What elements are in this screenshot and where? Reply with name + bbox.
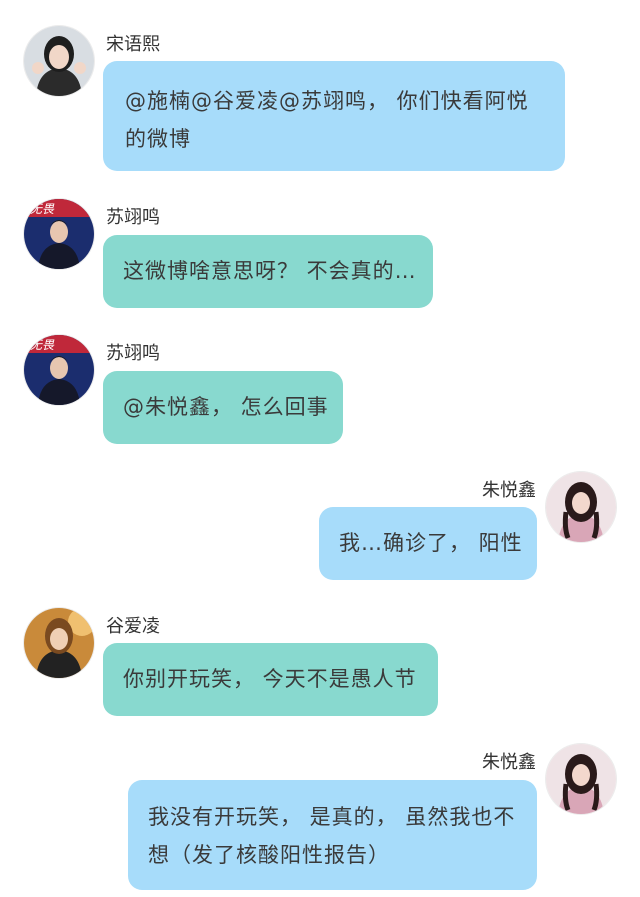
avatar[interactable] bbox=[24, 26, 94, 96]
message-bubble: 我没有开玩笑， 是真的， 虽然我也不想（发了核酸阳性报告） bbox=[128, 780, 537, 890]
sender-name: 苏翊鸣 bbox=[106, 343, 160, 364]
sender-name: 朱悦鑫 bbox=[482, 752, 536, 773]
message-bubble: 你别开玩笑， 今天不是愚人节 bbox=[103, 643, 438, 716]
girl-avatar-icon bbox=[546, 472, 616, 542]
avatar[interactable] bbox=[546, 472, 616, 542]
sender-name: 苏翊鸣 bbox=[106, 207, 160, 228]
avatar[interactable]: 无畏 bbox=[24, 199, 94, 269]
sender-name: 宋语熙 bbox=[106, 34, 160, 55]
girl-avatar-icon bbox=[546, 744, 616, 814]
sender-name: 谷爱凌 bbox=[106, 616, 160, 637]
man-avatar-icon: 无畏 bbox=[24, 335, 94, 405]
svg-text:无畏: 无畏 bbox=[30, 338, 55, 352]
sender-name: 朱悦鑫 bbox=[482, 480, 536, 501]
message-bubble: @施楠@谷爱凌@苏翊鸣， 你们快看阿悦的微博 bbox=[103, 61, 565, 171]
message-bubble: 我…确诊了， 阳性 bbox=[319, 507, 537, 580]
avatar[interactable] bbox=[24, 608, 94, 678]
woman-avatar-icon bbox=[24, 26, 94, 96]
woman-avatar-icon bbox=[24, 608, 94, 678]
avatar[interactable]: 无畏 bbox=[24, 335, 94, 405]
man-avatar-icon: 无畏 bbox=[24, 199, 94, 269]
svg-text:无畏: 无畏 bbox=[30, 202, 55, 216]
message-bubble: @朱悦鑫， 怎么回事 bbox=[103, 371, 343, 444]
avatar[interactable] bbox=[546, 744, 616, 814]
message-bubble: 这微博啥意思呀？ 不会真的… bbox=[103, 235, 433, 308]
